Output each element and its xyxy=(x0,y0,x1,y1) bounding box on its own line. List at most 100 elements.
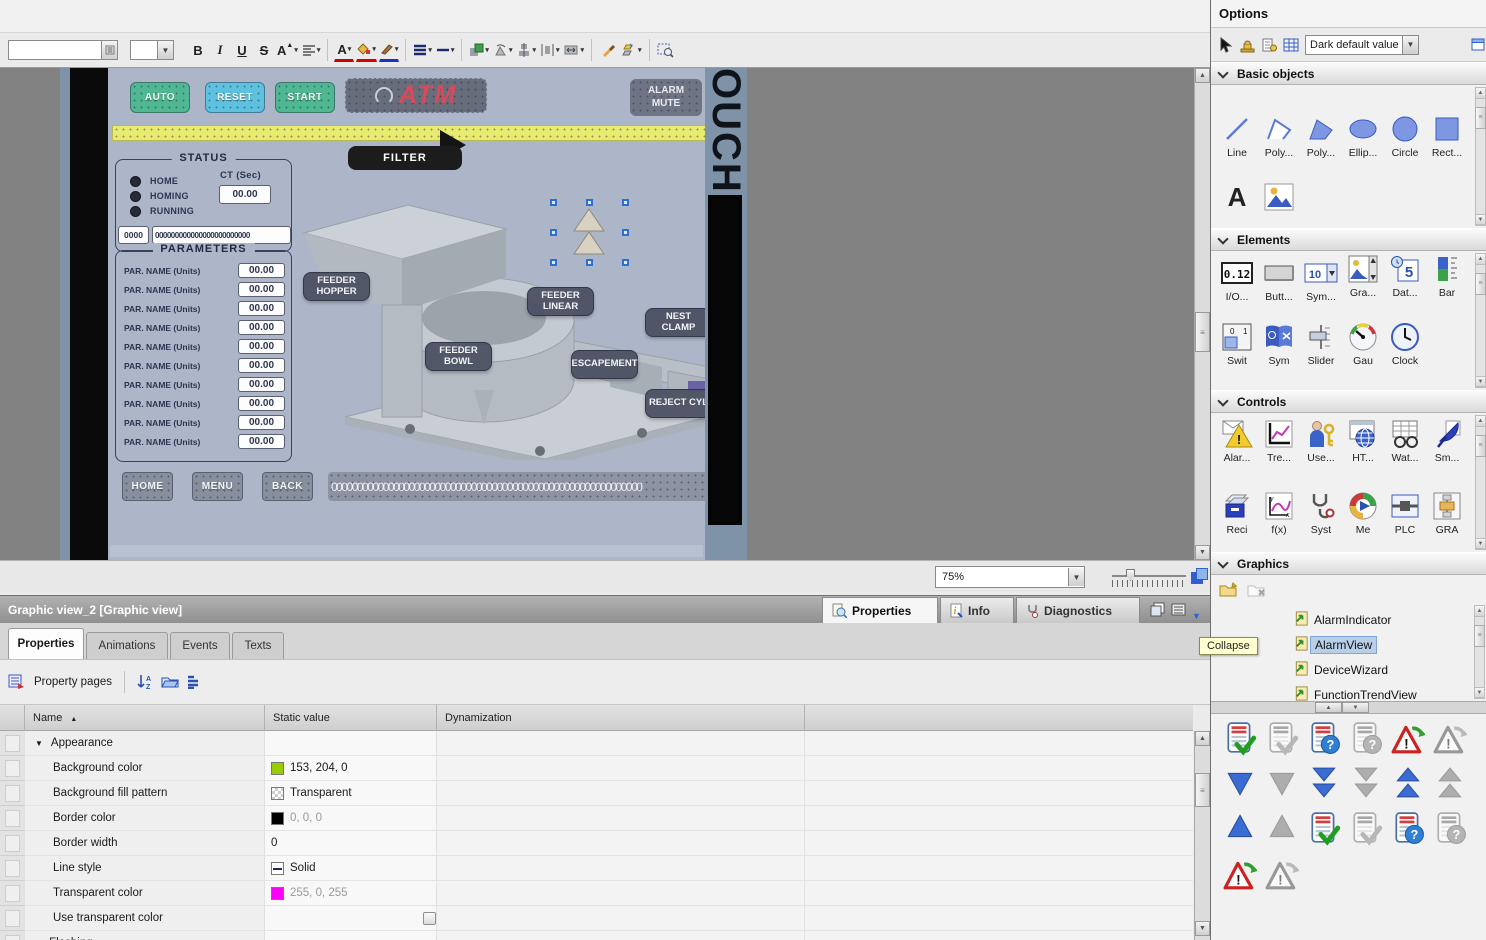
palette-item-text-field[interactable]: A xyxy=(1217,181,1257,213)
palette-item-system-diagnostics[interactable]: Syst xyxy=(1301,490,1341,536)
reset-button[interactable]: RESET xyxy=(205,82,265,113)
palette-item-graph-overview[interactable]: GRA xyxy=(1427,490,1467,536)
table-row[interactable]: Border width 0 xyxy=(0,831,1193,856)
distribute-button[interactable]: ▾ xyxy=(539,38,561,62)
alarm-refresh-graphic-disabled[interactable] xyxy=(1433,720,1467,756)
palette-item-circle[interactable]: Circle xyxy=(1385,113,1425,159)
status-string-field[interactable]: 000000000000000000000000 xyxy=(152,226,291,244)
palette-item-media-player[interactable]: Me xyxy=(1343,490,1383,536)
view-tab-diagnostics[interactable]: Diagnostics xyxy=(1016,597,1140,623)
tree-item-devicewizard[interactable]: DeviceWizard xyxy=(1211,657,1473,682)
zoom-area-button[interactable] xyxy=(656,38,676,62)
escapement-label[interactable]: ESCAPEMENT xyxy=(571,350,638,379)
palette-item-function-trend[interactable]: yx f(x) xyxy=(1259,490,1299,536)
palette-item-line[interactable]: Line xyxy=(1217,113,1257,159)
color-swatch[interactable] xyxy=(271,762,284,775)
font-list-icon[interactable] xyxy=(101,41,117,59)
parameter-value-field[interactable]: 00.00 xyxy=(238,339,285,354)
section-controls[interactable]: Controls xyxy=(1211,390,1486,413)
table-row-group[interactable]: ▼Appearance xyxy=(0,731,1193,756)
italic-button[interactable]: I xyxy=(210,38,230,62)
font-size-dropdown-icon[interactable]: ▼ xyxy=(157,41,173,59)
font-color-button[interactable]: A▾ xyxy=(334,38,354,62)
scroll-up-icon[interactable]: ▲ xyxy=(1476,88,1485,99)
ct-value-field[interactable]: 00.00 xyxy=(219,185,271,204)
arrange-order-button[interactable]: ▾ xyxy=(468,38,490,62)
align-objects-button[interactable]: ▾ xyxy=(515,38,537,62)
alarm-refresh-graphic[interactable] xyxy=(1391,720,1425,756)
parameter-value-field[interactable]: 00.00 xyxy=(238,301,285,316)
menu-button[interactable]: MENU xyxy=(192,472,243,501)
palette-item-date-time[interactable]: 5 Dat... xyxy=(1385,253,1425,299)
palette-item-io-field[interactable]: 0.12 I/O... xyxy=(1217,257,1257,303)
palette-item-bar[interactable]: Bar xyxy=(1427,253,1467,299)
scroll-down-icon[interactable]: ▼ xyxy=(1476,376,1485,387)
alarmview-checked-graphic[interactable] xyxy=(1307,810,1341,846)
arrow-up-graphic[interactable] xyxy=(1223,810,1257,844)
table-row[interactable]: Border color 0, 0, 0 xyxy=(0,806,1193,831)
palette-item-ellipse[interactable]: Ellip... xyxy=(1343,113,1383,159)
palette-item-html-browser[interactable]: HT... xyxy=(1343,418,1383,464)
selection-handle[interactable] xyxy=(586,259,593,266)
fit-to-screen-button[interactable] xyxy=(1190,567,1210,587)
selection-handle[interactable] xyxy=(622,199,629,206)
status-highlight-bar[interactable] xyxy=(112,125,740,141)
selection-handle[interactable] xyxy=(622,259,629,266)
scroll-down-icon[interactable]: ▼ xyxy=(1476,214,1485,225)
style-dropdown[interactable]: Dark default value ▼ xyxy=(1305,35,1419,55)
column-dynamization[interactable]: Dynamization xyxy=(437,705,805,731)
line-style-button[interactable]: ▾ xyxy=(412,38,433,62)
scroll-up-icon[interactable]: ▲ xyxy=(1195,731,1210,746)
alarmview-checked-graphic[interactable] xyxy=(1223,720,1257,756)
alarm-mute-button[interactable]: ALARM MUTE xyxy=(630,79,702,116)
scroll-down-icon[interactable]: ▼ xyxy=(1195,921,1210,936)
alarmview-checked-graphic-disabled[interactable] xyxy=(1349,810,1383,846)
tree-item-functiontrendview[interactable]: FunctionTrendView xyxy=(1211,682,1473,701)
panel-window-icon[interactable] xyxy=(1471,38,1485,52)
table-row[interactable]: Use transparent color xyxy=(0,906,1193,931)
alarm-refresh-graphic[interactable] xyxy=(1223,856,1257,892)
alarmview-help-graphic-disabled[interactable] xyxy=(1349,720,1383,756)
scrollbar-thumb[interactable]: ≡ xyxy=(1475,273,1486,295)
zoom-dropdown-icon[interactable]: ▼ xyxy=(1068,568,1084,586)
tab-properties[interactable]: Properties xyxy=(8,628,84,659)
format-painter-button[interactable] xyxy=(598,38,618,62)
alarmview-help-graphic[interactable] xyxy=(1307,720,1341,756)
float-panel-icon[interactable] xyxy=(1150,602,1165,617)
paragraph-align-button[interactable]: ▾ xyxy=(301,38,322,62)
scrollbar-thumb[interactable]: ≡ xyxy=(1474,625,1485,647)
inspector-vertical-scrollbar[interactable]: ▲ ≡ ▼ xyxy=(1194,731,1210,940)
table-row[interactable]: Line style Solid xyxy=(0,856,1193,881)
palette-item-alarm-view[interactable]: ! Alar... xyxy=(1217,418,1257,464)
palette-item-clock[interactable]: Clock xyxy=(1385,321,1425,367)
arrow-double-up-graphic[interactable] xyxy=(1391,766,1425,800)
atm-logo-panel[interactable]: ATM xyxy=(345,78,487,113)
bold-button[interactable]: B xyxy=(188,38,208,62)
scroll-down-icon[interactable]: ▼ xyxy=(1195,545,1210,560)
table-row-group-collapsed[interactable]: ▶Flashing xyxy=(0,931,1193,940)
palette-item-rectangle[interactable]: Rect... xyxy=(1427,113,1467,159)
scroll-down-icon[interactable]: ▼ xyxy=(1476,538,1485,549)
parameter-value-field[interactable]: 00.00 xyxy=(238,358,285,373)
controls-scrollbar[interactable]: ▲≡▼ xyxy=(1475,415,1486,550)
parameter-value-field[interactable]: 00.00 xyxy=(238,434,285,449)
editor-canvas[interactable]: AUTO RESET START ATM ALARM MUTE FILTER S… xyxy=(0,68,1210,560)
arrow-double-down-graphic-disabled[interactable] xyxy=(1349,766,1383,800)
view-tab-info[interactable]: i Info xyxy=(940,597,1014,623)
parameter-value-field[interactable]: 00.00 xyxy=(238,377,285,392)
palette-item-polygon[interactable]: Poly... xyxy=(1301,113,1341,159)
parameter-value-field[interactable]: 00.00 xyxy=(238,415,285,430)
palette-item-watch-table[interactable]: Wat... xyxy=(1385,418,1425,464)
selection-handle[interactable] xyxy=(550,229,557,236)
column-name[interactable]: Name▲ xyxy=(25,705,265,731)
delete-graphic-folder-icon[interactable] xyxy=(1247,582,1267,599)
layers-button[interactable]: ▾ xyxy=(620,38,643,62)
zoom-slider[interactable] xyxy=(1112,569,1186,587)
table-row[interactable]: Background color 153, 204, 0 xyxy=(0,756,1193,781)
palette-item-symbol-library[interactable]: Sym xyxy=(1259,321,1299,367)
auto-button[interactable]: AUTO xyxy=(130,82,190,113)
scroll-up-icon[interactable]: ▲ xyxy=(1195,68,1210,83)
palette-item-trend-view[interactable]: Tre... xyxy=(1259,418,1299,464)
open-folder-icon[interactable] xyxy=(161,675,179,689)
selection-handle[interactable] xyxy=(550,199,557,206)
